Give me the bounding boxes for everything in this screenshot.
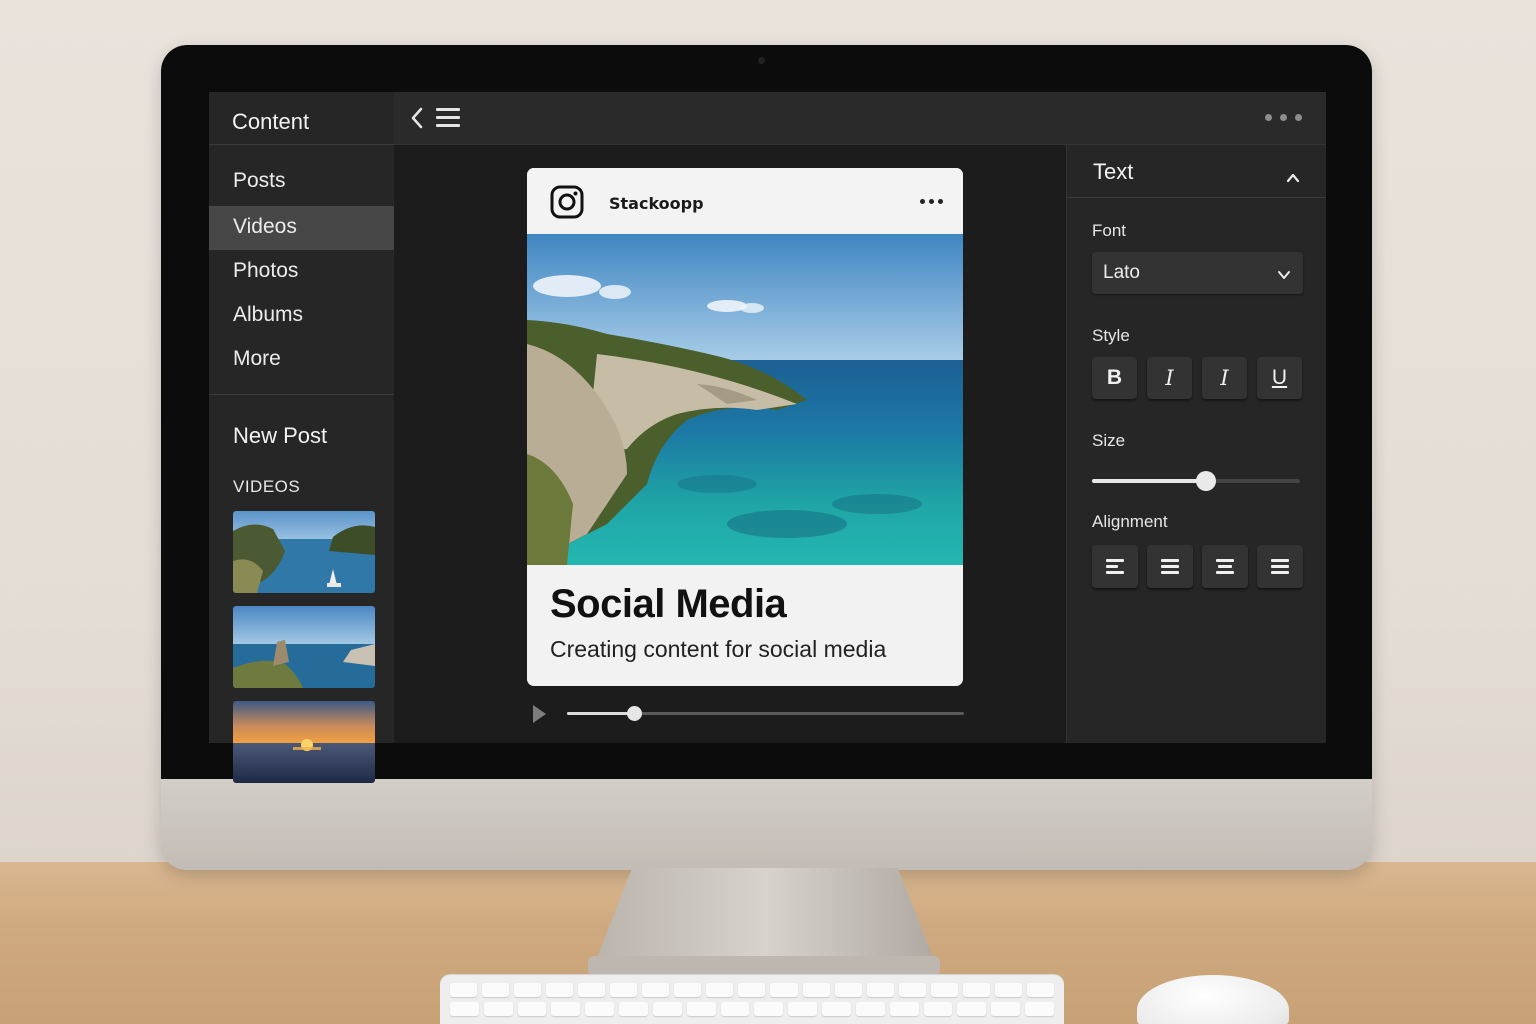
sidebar-title: Content xyxy=(209,92,394,145)
align-right-icon[interactable] xyxy=(1202,545,1248,588)
monitor-stand-base xyxy=(588,956,940,976)
post-preview-card[interactable]: Stackoopp Social Media Creating content … xyxy=(527,168,963,686)
video-player-controls xyxy=(527,700,964,724)
underline-button[interactable]: U xyxy=(1257,357,1302,399)
sidebar-item-videos[interactable]: Videos xyxy=(209,206,394,250)
chevron-down-icon xyxy=(1277,266,1291,280)
play-icon[interactable] xyxy=(533,705,546,723)
sidebar-item-posts[interactable]: Posts xyxy=(209,160,394,206)
video-thumbnail-rocky-coast[interactable] xyxy=(233,606,375,688)
font-label: Font xyxy=(1092,221,1127,240)
size-label: Size xyxy=(1092,431,1126,450)
align-justify-icon[interactable] xyxy=(1257,545,1303,588)
alignment-label: Alignment xyxy=(1092,512,1168,531)
instagram-icon xyxy=(550,185,584,219)
sidebar-nav: Posts Videos Photos Albums More xyxy=(209,145,394,395)
panel-header[interactable]: Text xyxy=(1067,145,1326,198)
video-thumbnail-sunset[interactable] xyxy=(233,701,375,783)
sidebar-item-albums[interactable]: Albums xyxy=(209,294,394,338)
size-slider[interactable] xyxy=(1092,471,1300,492)
video-progress-fill xyxy=(567,712,635,715)
videos-section-label: VIDEOS xyxy=(233,477,301,496)
size-slider-handle[interactable] xyxy=(1196,471,1217,491)
post-header: Stackoopp xyxy=(527,168,963,234)
size-slider-fill xyxy=(1092,479,1207,483)
align-left-icon[interactable] xyxy=(1092,545,1138,588)
post-username: Stackoopp xyxy=(609,194,704,213)
sidebar: Content Posts Videos Photos Albums More … xyxy=(209,92,394,783)
style-label: Style xyxy=(1092,326,1130,345)
more-dots-icon[interactable] xyxy=(1265,114,1302,121)
sidebar-item-photos[interactable]: Photos xyxy=(209,250,394,294)
italic-button[interactable]: I xyxy=(1147,357,1192,399)
align-center-icon[interactable] xyxy=(1147,545,1193,588)
post-title[interactable]: Social Media xyxy=(550,582,787,627)
font-select-value: Lato xyxy=(1103,262,1140,283)
video-progress-handle[interactable] xyxy=(627,706,643,721)
bold-button[interactable]: B xyxy=(1092,357,1137,399)
chevron-up-icon[interactable] xyxy=(1286,165,1300,183)
panel-title: Text xyxy=(1093,159,1134,184)
font-select[interactable]: Lato xyxy=(1092,252,1303,294)
keyboard xyxy=(440,975,1064,1024)
top-bar xyxy=(394,92,1326,145)
video-thumbnail-cove[interactable] xyxy=(233,511,375,593)
sea-cliff-coastline-photo xyxy=(527,234,963,565)
alignment-buttons xyxy=(1092,545,1303,588)
back-chevron-icon[interactable] xyxy=(409,106,425,130)
video-progress-track[interactable] xyxy=(567,706,964,721)
hamburger-menu-icon[interactable] xyxy=(436,108,460,128)
style-buttons: B I I U xyxy=(1092,357,1302,399)
canvas-area: Stackoopp Social Media Creating content … xyxy=(394,145,1066,743)
sidebar-item-more[interactable]: More xyxy=(209,338,394,382)
size-slider-track[interactable] xyxy=(1092,471,1300,491)
new-post-button[interactable]: New Post xyxy=(209,395,394,463)
text-properties-panel: Text Font Lato Style B I I U Size Alignm… xyxy=(1066,145,1326,743)
camera-icon xyxy=(758,57,765,64)
video-thumbnail-list xyxy=(233,511,375,796)
app-screen: Content Posts Videos Photos Albums More … xyxy=(209,92,1326,783)
italic-alt-button[interactable]: I xyxy=(1202,357,1247,399)
post-subtitle[interactable]: Creating content for social media xyxy=(550,636,886,663)
post-options-icon[interactable] xyxy=(920,199,943,204)
